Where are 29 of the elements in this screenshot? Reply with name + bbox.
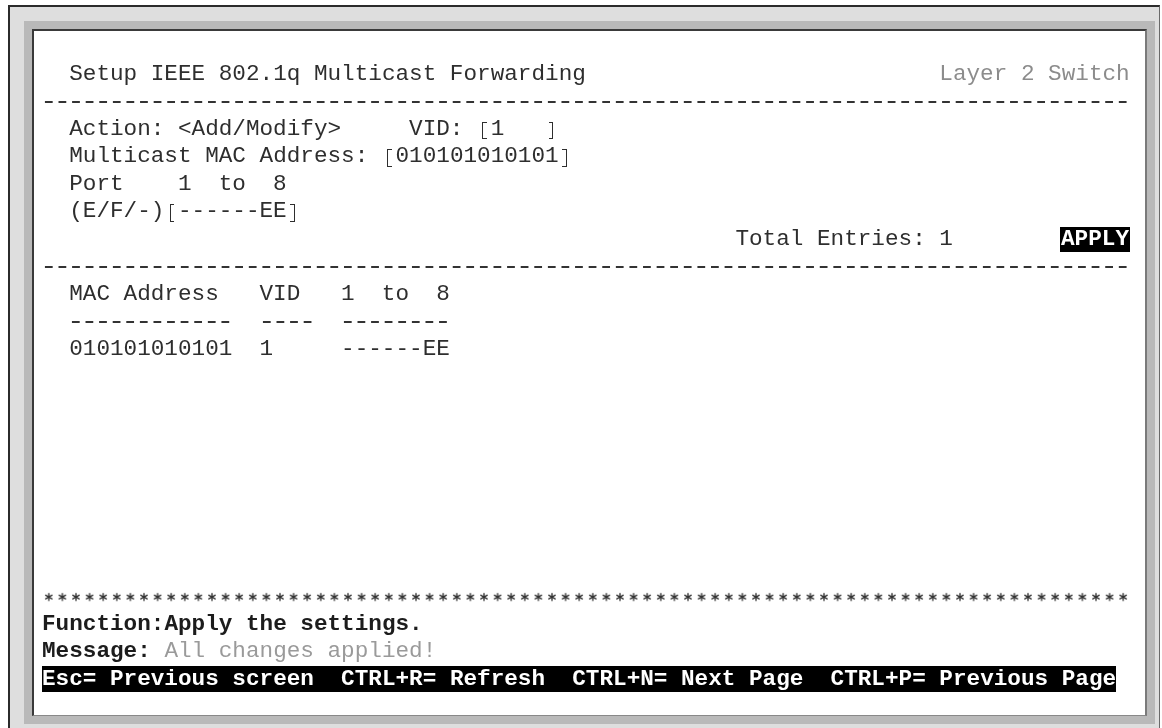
apply-button[interactable]: APPLY bbox=[1060, 226, 1130, 252]
screen-title: Setup IEEE 802.1q Multicast Forwarding bbox=[69, 60, 586, 88]
port-state-field[interactable]: ------EE bbox=[164, 198, 301, 226]
mac-address-field[interactable]: 010101010101 bbox=[381, 143, 573, 171]
table-cell: 010101010101 bbox=[69, 335, 233, 363]
port-state-legend: (E/F/-) bbox=[69, 198, 165, 226]
action-label: Action: bbox=[69, 115, 165, 143]
vid-label: VID: bbox=[409, 115, 464, 143]
column-header: MAC Address bbox=[69, 280, 220, 308]
shortcut-hint: CTRL+R= Refresh bbox=[341, 666, 546, 693]
total-entries-value: 1 bbox=[939, 225, 953, 253]
column-header: VID bbox=[259, 280, 302, 308]
function-text: Apply the settings. bbox=[164, 610, 423, 638]
device-name: Layer 2 Switch bbox=[939, 60, 1130, 88]
message-text: All changes applied! bbox=[164, 638, 437, 666]
shortcut-hint: CTRL+P= Previous Page bbox=[830, 666, 1117, 693]
port-label: Port bbox=[69, 170, 125, 198]
mac-address-label: Multicast MAC Address: bbox=[69, 143, 369, 171]
table-cell-text: 1 bbox=[259, 335, 275, 363]
message-label: Message: bbox=[42, 638, 151, 666]
table-cell: ------EE bbox=[341, 335, 450, 363]
function-label: Function: bbox=[42, 610, 165, 638]
port-range: 1 to 8 bbox=[177, 170, 287, 198]
total-entries-label: Total Entries: bbox=[735, 225, 926, 253]
vid-field[interactable]: 1 bbox=[477, 115, 559, 143]
shortcut-hint: Esc= Previous screen bbox=[42, 666, 314, 693]
action-toggle[interactable]: <Add/Modify> bbox=[177, 116, 342, 143]
shortcut-hint: CTRL+N= Next Page bbox=[572, 666, 804, 693]
column-header: 1 to 8 bbox=[341, 280, 450, 308]
